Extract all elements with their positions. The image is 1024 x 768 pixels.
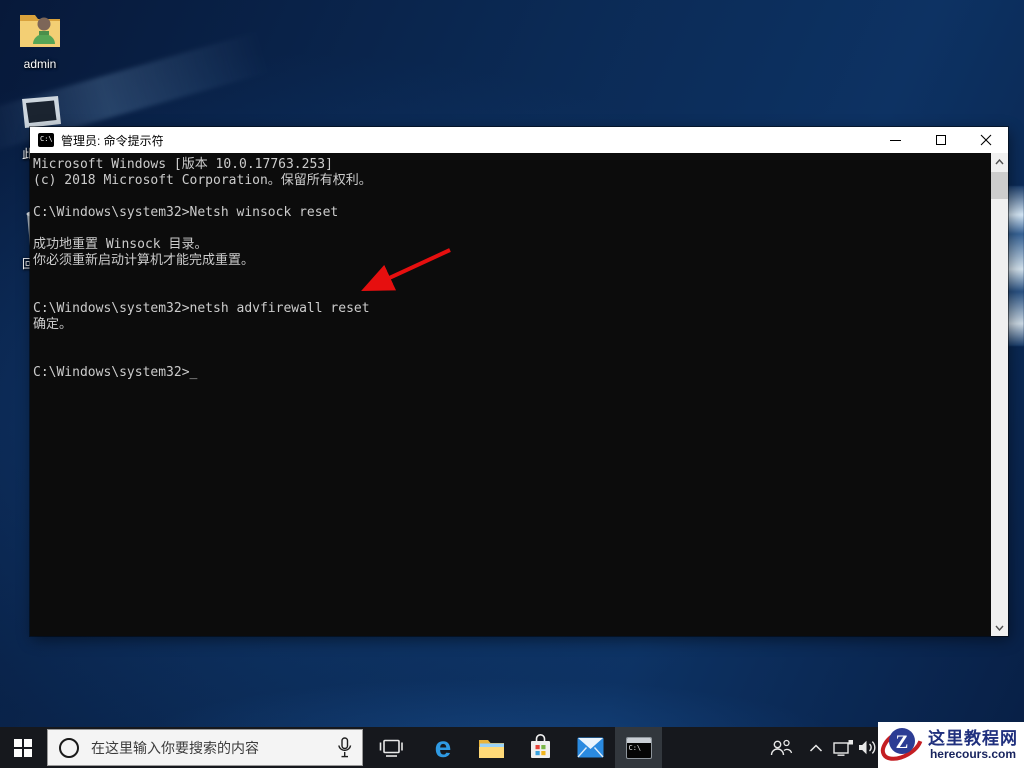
watermark-logo-icon: Z bbox=[879, 722, 925, 768]
mail-button[interactable] bbox=[567, 727, 613, 768]
search-input[interactable] bbox=[91, 740, 337, 756]
watermark-url: herecours.com bbox=[925, 748, 1021, 761]
close-icon bbox=[980, 134, 992, 146]
console-output: Microsoft Windows [版本 10.0.17763.253] (c… bbox=[33, 157, 988, 381]
command-prompt-window: C:\ 管理员: 命令提示符 Microsoft Windows [版本 10.… bbox=[30, 127, 1008, 636]
close-button[interactable] bbox=[963, 127, 1008, 153]
edge-button[interactable]: e bbox=[420, 727, 466, 768]
speaker-icon bbox=[858, 739, 879, 756]
console-area[interactable]: Microsoft Windows [版本 10.0.17763.253] (c… bbox=[30, 153, 1008, 636]
people-button[interactable] bbox=[766, 727, 796, 768]
start-button[interactable] bbox=[0, 727, 46, 768]
tray-expand-button[interactable] bbox=[804, 727, 828, 768]
taskbar-cmd-button-active[interactable]: C:\ bbox=[615, 727, 662, 768]
folder-icon bbox=[478, 737, 505, 759]
scroll-up-button[interactable] bbox=[991, 153, 1008, 170]
scrollbar[interactable] bbox=[991, 153, 1008, 636]
store-icon bbox=[529, 734, 552, 761]
cmd-icon: C:\ bbox=[626, 737, 652, 759]
svg-text:Z: Z bbox=[896, 732, 909, 753]
window-title: 管理员: 命令提示符 bbox=[61, 132, 873, 149]
chevron-up-icon bbox=[809, 744, 823, 752]
cortana-icon bbox=[59, 738, 79, 758]
network-icon bbox=[833, 739, 854, 756]
desktop-icon-admin[interactable]: admin bbox=[0, 8, 80, 71]
window-titlebar[interactable]: C:\ 管理员: 命令提示符 bbox=[30, 127, 1008, 153]
store-button[interactable] bbox=[517, 727, 563, 768]
taskbar: e bbox=[0, 727, 1024, 768]
task-view-button[interactable] bbox=[368, 727, 414, 768]
desktop: admin 此电脑 回收站 C:\ 管理员: 命令提示符 bbox=[0, 0, 1024, 768]
desktop-icon-label: admin bbox=[0, 57, 80, 71]
chevron-down-icon bbox=[995, 625, 1004, 631]
windows-logo-icon bbox=[14, 739, 32, 757]
taskbar-search-box[interactable] bbox=[47, 729, 363, 766]
watermark: Z 这里教程网 herecours.com bbox=[878, 722, 1024, 768]
maximize-icon bbox=[936, 135, 946, 145]
user-folder-icon bbox=[17, 8, 63, 55]
network-status-button[interactable] bbox=[830, 727, 856, 768]
file-explorer-button[interactable] bbox=[468, 727, 514, 768]
edge-icon: e bbox=[435, 733, 452, 763]
minimize-icon bbox=[890, 140, 901, 141]
maximize-button[interactable] bbox=[918, 127, 963, 153]
mail-icon bbox=[577, 737, 604, 758]
minimize-button[interactable] bbox=[873, 127, 918, 153]
microphone-icon[interactable] bbox=[337, 737, 352, 759]
cmd-app-icon: C:\ bbox=[38, 133, 54, 147]
chevron-up-icon bbox=[995, 159, 1004, 165]
scroll-down-button[interactable] bbox=[991, 619, 1008, 636]
scrollbar-thumb[interactable] bbox=[991, 172, 1008, 199]
watermark-title: 这里教程网 bbox=[925, 729, 1021, 749]
people-icon bbox=[769, 739, 793, 757]
task-view-icon bbox=[379, 738, 403, 758]
